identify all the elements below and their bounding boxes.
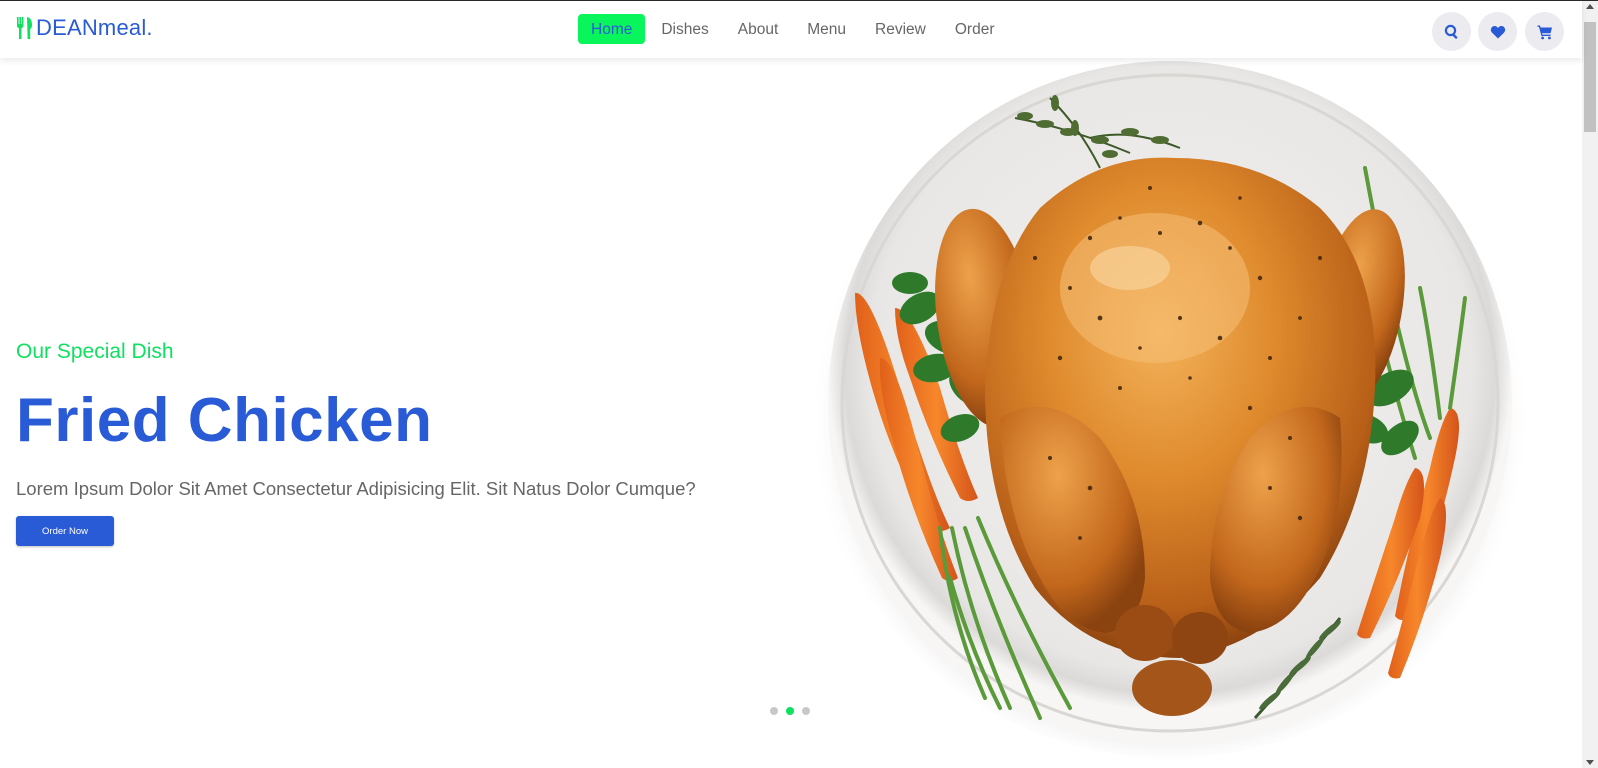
hero-title: Fried Chicken [16,386,433,455]
hero-content: Our Special Dish Fried Chicken Lorem Ips… [16,340,696,546]
site-header: DEANmeal. Home Dishes About Menu Review … [0,1,1582,58]
utensils-icon [17,17,32,39]
nav-about[interactable]: About [724,14,793,44]
heart-icon [1490,25,1505,38]
slide-dot-3[interactable] [802,707,810,715]
logo-text: DEANmeal. [36,15,153,40]
main-nav: Home Dishes About Menu Review Order [578,14,1010,44]
search-icon [1444,24,1457,39]
nav-order[interactable]: Order [941,14,1009,44]
cart-button[interactable] [1525,12,1564,51]
slider-pagination [770,707,818,715]
slide-dot-2[interactable] [786,707,794,715]
hero-description: Lorem Ipsum Dolor Sit Amet Consectetur A… [16,478,696,499]
nav-dishes[interactable]: Dishes [647,14,722,44]
search-button[interactable] [1432,12,1471,51]
logo[interactable]: DEANmeal. [16,15,153,41]
nav-home[interactable]: Home [578,14,646,44]
cart-icon [1537,25,1552,39]
favorites-button[interactable] [1478,12,1517,51]
hero-subtitle: Our Special Dish [16,340,174,363]
fried-chicken-image [810,58,1530,758]
nav-menu[interactable]: Menu [793,14,860,44]
scroll-thumb[interactable] [1584,22,1596,132]
scroll-up-arrow-icon[interactable] [1586,4,1594,9]
vertical-scrollbar[interactable] [1582,1,1598,768]
slide-dot-1[interactable] [770,707,778,715]
nav-review[interactable]: Review [861,14,940,44]
order-now-button[interactable]: Order Now [16,516,114,546]
scroll-down-arrow-icon[interactable] [1586,760,1594,765]
